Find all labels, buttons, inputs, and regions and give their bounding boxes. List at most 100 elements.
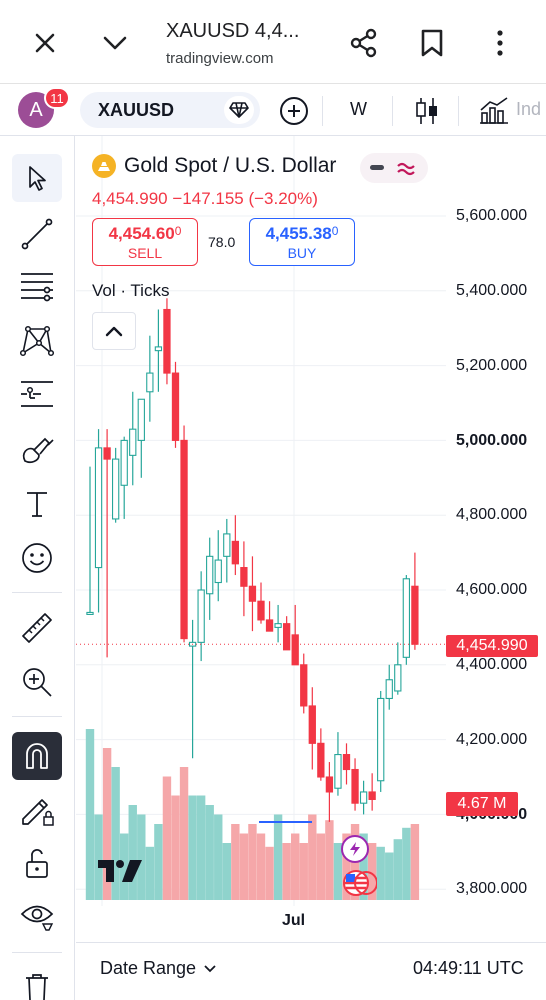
volume-bar <box>402 827 411 900</box>
measure-tool[interactable] <box>12 604 62 652</box>
candle-body <box>180 439 188 640</box>
chart-type-candles-icon[interactable] <box>414 96 440 126</box>
trash-icon <box>26 974 48 1000</box>
flash-icon[interactable] <box>341 835 369 863</box>
candle-body <box>411 585 419 645</box>
hide-drawings-tool[interactable] <box>12 892 62 940</box>
volume-bar <box>308 814 317 900</box>
smiley-icon <box>22 543 52 573</box>
interval-button[interactable]: W <box>350 99 367 120</box>
candle-body <box>394 664 402 692</box>
symbol-legend[interactable]: Gold Spot / U.S. Dollar <box>92 154 336 178</box>
candle-body <box>120 439 128 486</box>
buy-button[interactable]: 4,455.380 BUY <box>249 218 355 266</box>
compare-add-icon[interactable] <box>280 97 308 125</box>
volume-bar <box>265 846 274 900</box>
us-flag-icon[interactable] <box>341 869 377 897</box>
chevron-down-icon <box>204 964 216 972</box>
date-range-button[interactable]: Date Range <box>100 958 216 979</box>
candle-body <box>163 308 171 374</box>
volume-bar <box>299 843 308 900</box>
sell-button[interactable]: 4,454.600 SELL <box>92 218 198 266</box>
price-axis-label: 5,600.000 <box>456 207 528 224</box>
candle-body <box>317 742 325 778</box>
bookmark-icon[interactable] <box>420 28 444 58</box>
indicators-icon[interactable] <box>478 96 510 126</box>
volume-bar <box>188 795 197 900</box>
legend-controls[interactable] <box>360 153 428 183</box>
candle-body <box>265 619 274 632</box>
fib-retracement-icon <box>21 273 53 302</box>
volume-bar <box>248 824 257 900</box>
spread-value: 78.0 <box>208 234 236 250</box>
candle-body <box>283 623 291 651</box>
fib-retracement-tool[interactable] <box>12 262 62 310</box>
date-range-label: Date Range <box>100 958 197 978</box>
candle-body <box>274 623 282 628</box>
brush-icon <box>22 437 54 464</box>
ruler-icon <box>22 613 52 643</box>
brush-tool[interactable] <box>12 426 62 474</box>
cursor-tool[interactable] <box>12 154 62 202</box>
price-axis-label: 4,800.000 <box>456 506 528 523</box>
collapse-legend-button[interactable] <box>92 312 136 350</box>
price-axis-label: 4,400.000 <box>456 656 528 673</box>
remove-drawings-tool[interactable] <box>12 966 62 1000</box>
lock-all-drawings-tool[interactable] <box>12 840 62 888</box>
chevron-down-icon[interactable] <box>100 30 130 56</box>
legend-collapse-icon[interactable] <box>360 153 428 183</box>
toolbar-divider <box>322 96 323 126</box>
candle-body <box>257 600 265 621</box>
candle-body <box>300 664 308 707</box>
forecasting-tool[interactable] <box>12 370 62 418</box>
tradingview-logo[interactable] <box>96 858 144 884</box>
forecasting-icon <box>21 381 53 407</box>
trend-line-tool[interactable] <box>12 210 62 258</box>
candle-body <box>359 791 368 804</box>
gold-coin-icon <box>92 154 116 178</box>
candle-body <box>342 754 351 771</box>
zoom-in-tool[interactable] <box>12 658 62 706</box>
share-icon[interactable] <box>350 28 378 58</box>
volume-bar <box>291 833 300 900</box>
emoji-tool[interactable] <box>12 534 62 582</box>
page-title: XAUUSD 4,4... <box>166 20 300 42</box>
volume-bar <box>316 833 326 900</box>
buy-price: 4,455.38 <box>265 224 332 243</box>
candle-body <box>231 540 239 565</box>
magnet-mode-tool[interactable] <box>12 732 62 780</box>
text-tool[interactable] <box>12 480 62 528</box>
candle-body <box>103 447 111 460</box>
volume-bar <box>196 795 206 900</box>
toolbar-divider <box>392 96 393 126</box>
volume-bar <box>128 805 137 900</box>
candle-body <box>197 589 205 643</box>
candle-body <box>385 679 393 700</box>
last-price-change: 4,454.990 −147.155 (−3.20%) <box>92 189 318 208</box>
volume-indicator-label[interactable]: Vol · Ticks <box>92 281 169 301</box>
current-price-tag: 4,454.990 <box>446 635 538 657</box>
symbol-search-button[interactable]: XAUUSD <box>80 92 260 128</box>
cursor-icon <box>29 166 46 191</box>
text-icon <box>27 492 47 517</box>
pencil-lock-icon <box>22 799 54 826</box>
pattern-tool[interactable] <box>12 316 62 364</box>
candle-body <box>351 768 359 804</box>
drawing-toolbar <box>0 136 75 1000</box>
indicators-label[interactable]: Ind <box>516 99 541 120</box>
utc-clock[interactable]: 04:49:11 UTC <box>413 958 524 979</box>
candle-body <box>334 754 342 789</box>
diamond-icon[interactable] <box>224 96 254 124</box>
buy-label: BUY <box>287 245 317 261</box>
volume-bar <box>410 824 420 900</box>
close-icon[interactable] <box>30 28 60 58</box>
lock-drawing-mode-tool[interactable] <box>12 786 62 834</box>
trend-line-icon <box>21 218 53 250</box>
sell-label: SELL <box>127 245 163 261</box>
candle-body <box>111 458 120 520</box>
more-options-icon[interactable] <box>490 28 510 58</box>
volume-bar <box>162 776 172 900</box>
candle-body <box>308 705 316 744</box>
volume-bar <box>145 846 155 900</box>
volume-bar <box>239 833 249 900</box>
